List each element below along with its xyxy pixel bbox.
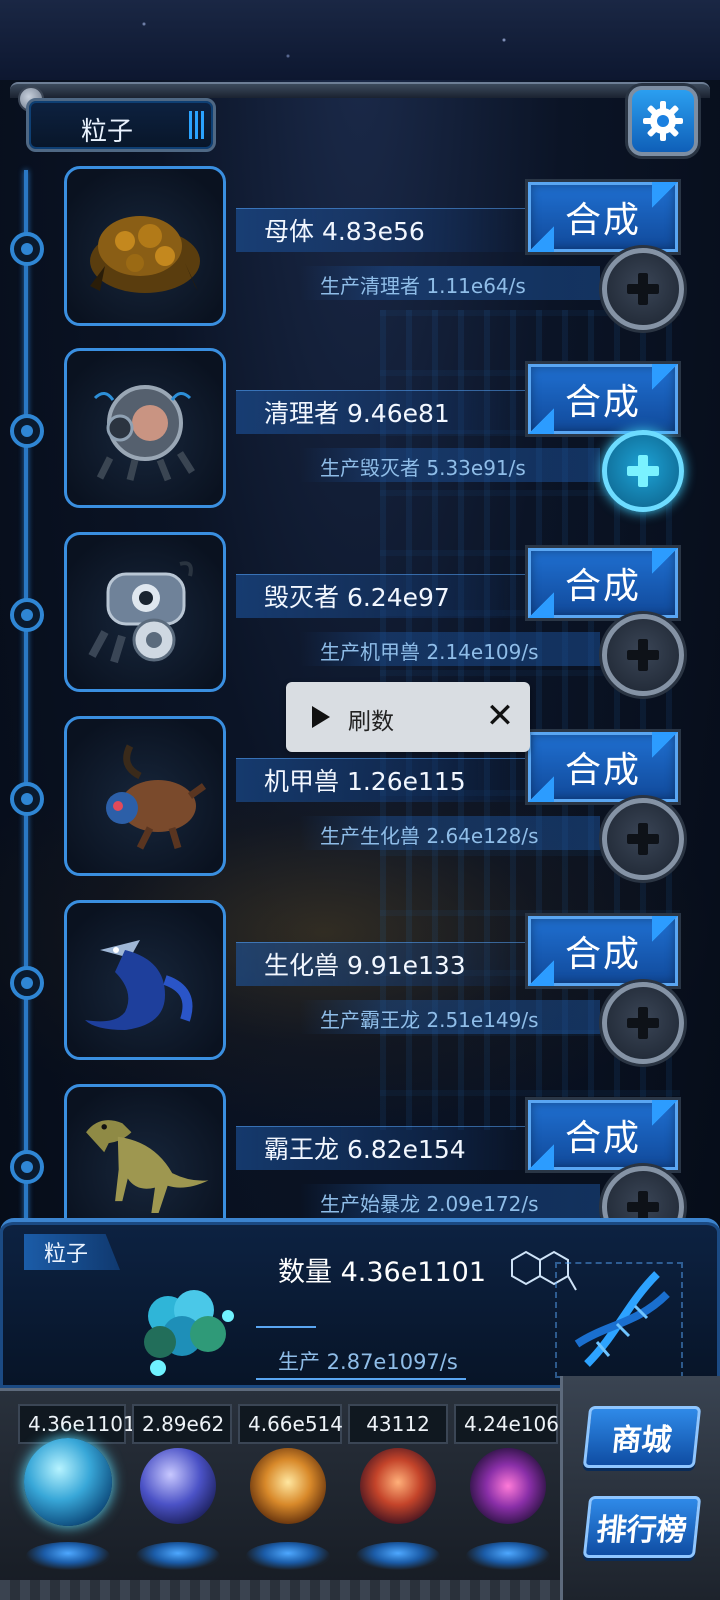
category-tab[interactable]: 粒子 (26, 98, 216, 152)
resource-orb-slot[interactable] (20, 1438, 116, 1576)
panel-connector-line (256, 1326, 316, 1328)
brain-orb-icon (360, 1448, 436, 1524)
top-frame-bar (10, 82, 710, 98)
creature-name: 霸王龙 6.82e154 (264, 1135, 466, 1164)
plus-icon (627, 273, 659, 305)
production-rate: 生产霸王龙 2.51e149/s (320, 1008, 539, 1032)
ad-refresh-toast[interactable]: 刷数 ✕ (286, 682, 530, 752)
merge-button[interactable]: 合成 (528, 1100, 678, 1170)
rock-mother-icon (90, 216, 200, 293)
merge-button[interactable]: 合成 (528, 182, 678, 252)
creature-portrait[interactable] (64, 348, 226, 508)
upgrade-plus-button[interactable] (602, 430, 684, 512)
gear-icon (643, 101, 683, 141)
creature-name: 母体 4.83e56 (264, 217, 425, 246)
particle-orb-icon (24, 1438, 112, 1526)
production-rate: 生产清理者 1.11e64/s (320, 274, 526, 298)
orb-pedestal (136, 1542, 220, 1570)
leaderboard-button[interactable]: 排行榜 (582, 1496, 702, 1558)
creature-row: 母体 4.83e56 合成 生产清理者 1.11e64/s (0, 166, 720, 346)
upgrade-plus-button[interactable] (602, 798, 684, 880)
orb-pedestal (26, 1542, 110, 1570)
resource-orb-slot[interactable] (460, 1446, 556, 1576)
creature-name: 毁灭者 6.24e97 (264, 583, 450, 612)
creature-portrait[interactable] (64, 532, 226, 692)
merge-button[interactable]: 合成 (528, 364, 678, 434)
production-rate: 生产毁灭者 5.33e91/s (320, 456, 526, 480)
resource-counters: 4.36e1101 2.89e62 4.66e514 43112 4.24e10… (18, 1404, 559, 1444)
merge-button[interactable]: 合成 (528, 548, 678, 618)
vortex-orb-icon (470, 1448, 546, 1524)
particle-cluster-icon (144, 1290, 234, 1376)
production-rate: 生产生化兽 2.64e128/s (320, 824, 539, 848)
dna-icon (574, 1271, 670, 1367)
particle-quantity: 数量 4.36e1101 (278, 1257, 487, 1288)
orb-pedestal (466, 1542, 550, 1570)
resource-orb-slot[interactable] (130, 1446, 226, 1576)
biochem-dragon-icon (85, 940, 193, 1030)
mech-beast-icon (106, 744, 207, 850)
creature-name: 清理者 9.46e81 (264, 399, 450, 428)
signal-bars-icon (189, 111, 207, 139)
plus-icon (627, 1007, 659, 1039)
production-rate: 生产机甲兽 2.14e109/s (320, 640, 539, 664)
destroyer-mech-icon (88, 561, 193, 664)
dna-frame (555, 1262, 683, 1378)
upgrade-plus-button[interactable] (602, 614, 684, 696)
creature-portrait[interactable] (64, 900, 226, 1060)
t-rex-icon (86, 1120, 209, 1213)
creature-portrait[interactable] (64, 166, 226, 326)
creature-row: 生化兽 9.91e133 合成 生产霸王龙 2.51e149/s (0, 900, 720, 1080)
production-rate: 生产始暴龙 2.09e172/s (320, 1192, 539, 1216)
merge-button[interactable]: 合成 (528, 916, 678, 986)
close-icon[interactable]: ✕ (480, 694, 520, 738)
plus-icon (627, 823, 659, 855)
resource-orb-slot[interactable] (350, 1446, 446, 1576)
settings-button[interactable] (628, 86, 698, 156)
creature-name: 生化兽 9.91e133 (264, 951, 466, 980)
resource-count: 43112 (348, 1404, 448, 1444)
resource-count: 4.66e514 (238, 1404, 343, 1444)
creature-row: 清理者 9.46e81 合成 生产毁灭者 5.33e91/s (0, 348, 720, 528)
upgrade-plus-button[interactable] (602, 982, 684, 1064)
resource-count: 4.24e106 (454, 1404, 559, 1444)
bottom-trim (0, 1580, 560, 1600)
category-tab-label: 粒子 (81, 117, 134, 147)
orb-pedestal (356, 1542, 440, 1570)
fire-orb-icon (250, 1448, 326, 1524)
lightning-orb-icon (140, 1448, 216, 1524)
upgrade-plus-button[interactable] (602, 248, 684, 330)
play-icon[interactable] (312, 706, 330, 728)
plus-icon (627, 455, 659, 487)
top-frame: 粒子 (10, 76, 710, 166)
creature-name: 机甲兽 1.26e115 (264, 767, 466, 796)
toast-label[interactable]: 刷数 (348, 702, 394, 736)
resource-orb-slot[interactable] (240, 1446, 336, 1576)
starfield (0, 0, 720, 80)
cleaner-creature-icon (93, 385, 195, 482)
resource-count: 2.89e62 (132, 1404, 232, 1444)
shop-button[interactable]: 商城 (582, 1406, 702, 1468)
plus-icon (627, 639, 659, 671)
particle-production: 生产 2.87e1097/s (278, 1350, 458, 1374)
panel-connector-line (256, 1378, 466, 1380)
particle-panel-tab: 粒子 (24, 1234, 120, 1270)
creature-portrait[interactable] (64, 716, 226, 876)
orb-pedestal (246, 1542, 330, 1570)
merge-button[interactable]: 合成 (528, 732, 678, 802)
